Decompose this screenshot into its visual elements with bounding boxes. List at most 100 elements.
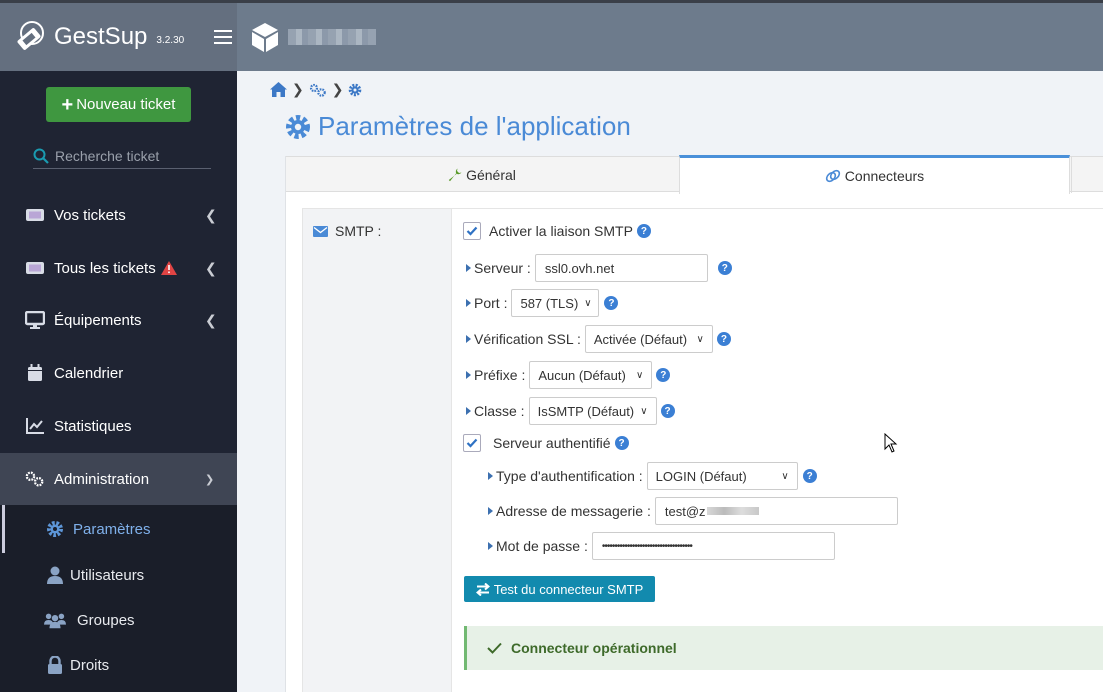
cube-icon (252, 23, 278, 52)
menu-toggle-button[interactable] (214, 30, 233, 44)
tab-more[interactable] (1071, 157, 1103, 193)
prefix-row: Préfixe : Aucun (Défaut) ∨ ? (466, 361, 671, 389)
gear-icon (44, 519, 66, 539)
caret-right-icon (466, 371, 471, 379)
help-icon[interactable]: ? (802, 469, 817, 483)
navbar-company-area (237, 3, 1103, 71)
section-label-column: SMTP : (302, 209, 452, 692)
breadcrumb: ❯ ❯ (270, 81, 362, 98)
app-brand: GestSup (54, 23, 148, 50)
sidebar-item-equipements[interactable]: Équipements ❮ (0, 294, 237, 346)
smtp-form: SMTP : Activer la liaison SMTP ? Serveur… (302, 208, 1103, 692)
ticket-icon (25, 258, 45, 278)
search-input[interactable] (55, 147, 205, 164)
submenu-item-utilisateurs[interactable]: Utilisateurs (0, 553, 237, 597)
home-icon[interactable] (270, 82, 287, 97)
caret-right-icon (466, 335, 471, 343)
gear-icon (286, 114, 310, 139)
company-name-blurred (288, 29, 376, 45)
sidebar: + Nouveau ticket Vos tickets ❮ Tous les … (0, 71, 237, 692)
chevron-left-icon: ❮ (205, 259, 217, 276)
server-input[interactable]: ssl0.ovh.net (534, 254, 708, 282)
mouse-cursor-icon (884, 433, 898, 453)
caret-right-icon (488, 472, 493, 480)
class-row: Classe : IsSMTP (Défaut) ∨ ? (466, 397, 675, 425)
email-input[interactable]: test@z (654, 497, 898, 525)
help-icon[interactable]: ? (614, 436, 629, 450)
password-input[interactable]: •••••••••••••••••••••••••••••••••••• (591, 532, 835, 560)
navbar-brand-area: GestSup 3.2.30 (0, 3, 237, 71)
gestsup-logo-icon (17, 21, 44, 50)
ssl-select[interactable]: Activée (Défaut) ∨ (584, 325, 713, 353)
chart-line-icon (25, 416, 45, 436)
breadcrumb-separator: ❯ (331, 81, 344, 97)
gear-icon[interactable] (348, 83, 362, 97)
email-row: Adresse de messagerie : test@z (488, 497, 898, 525)
user-icon (44, 565, 66, 585)
submenu-item-droits[interactable]: Droits (0, 643, 237, 687)
link-icon (825, 169, 840, 183)
help-icon[interactable]: ? (717, 261, 732, 275)
sidebar-item-statistiques[interactable]: Statistiques (0, 400, 237, 452)
tab-bar: Général Connecteurs (286, 155, 1103, 194)
ticket-icon (25, 205, 45, 225)
sidebar-item-tous-les-tickets[interactable]: Tous les tickets ❮ (0, 242, 237, 294)
exchange-icon (475, 582, 490, 596)
page-title: Paramètres de l'application (285, 111, 631, 142)
enable-smtp-checkbox[interactable] (463, 222, 481, 240)
caret-right-icon (488, 507, 493, 515)
help-icon[interactable]: ? (604, 296, 619, 310)
auth-type-select[interactable]: LOGIN (Défaut) ∨ (646, 462, 798, 490)
chevron-down-icon: ❯ (205, 473, 215, 486)
chevron-down-icon: ∨ (584, 297, 592, 309)
sidebar-item-administration[interactable]: Administration ❯ (0, 453, 237, 505)
chevron-down-icon: ∨ (640, 405, 648, 417)
auth-checkbox[interactable] (463, 434, 481, 452)
help-icon[interactable]: ? (656, 368, 671, 382)
enable-smtp-row: Activer la liaison SMTP ? (463, 222, 651, 240)
caret-right-icon (466, 264, 471, 272)
chevron-left-icon: ❮ (205, 206, 217, 223)
breadcrumb-separator: ❯ (292, 81, 304, 97)
admin-submenu: Paramètres Utilisateurs Groupes Droits (0, 505, 237, 692)
sidebar-item-calendrier[interactable]: Calendrier (0, 347, 237, 399)
chevron-down-icon: ∨ (696, 333, 704, 345)
help-icon[interactable]: ? (716, 332, 731, 346)
submenu-item-groupes[interactable]: Groupes (0, 598, 237, 642)
new-ticket-label: Nouveau ticket (76, 96, 176, 113)
status-alert: Connecteur opérationnel (464, 626, 1103, 670)
port-select[interactable]: 587 (TLS) ∨ (511, 289, 600, 317)
sidebar-item-vos-tickets[interactable]: Vos tickets ❮ (0, 189, 237, 241)
settings-panel: Général Connecteurs SMTP : Activer la li… (285, 155, 1103, 692)
plus-icon: + (61, 93, 74, 116)
port-row: Port : 587 (TLS) ∨ ? (466, 289, 619, 317)
password-row: Mot de passe : •••••••••••••••••••••••••… (488, 532, 835, 560)
help-icon[interactable]: ? (636, 224, 651, 238)
auth-type-row: Type d'authentification : LOGIN (Défaut)… (488, 462, 817, 490)
warning-icon (161, 261, 177, 275)
ssl-row: Vérification SSL : Activée (Défaut) ∨ ? (466, 325, 731, 353)
blurred-email-domain (706, 507, 759, 515)
app-version: 3.2.30 (156, 34, 185, 46)
chevron-left-icon: ❮ (205, 311, 217, 328)
tab-general[interactable]: Général (286, 157, 678, 193)
cogs-icon (25, 469, 45, 489)
submenu-item-parametres[interactable]: Paramètres (0, 507, 237, 551)
users-icon (44, 610, 66, 630)
chevron-down-icon: ∨ (781, 470, 789, 482)
prefix-select[interactable]: Aucun (Défaut) ∨ (529, 361, 653, 389)
help-icon[interactable]: ? (660, 404, 675, 418)
cogs-icon[interactable] (309, 83, 327, 97)
chevron-down-icon: ∨ (636, 369, 644, 381)
test-smtp-button[interactable]: Test du connecteur SMTP (464, 576, 655, 602)
check-icon (487, 642, 502, 654)
caret-right-icon (488, 542, 493, 550)
smtp-section-label: SMTP : (313, 223, 381, 239)
auth-row: Serveur authentifié ? (463, 434, 629, 452)
caret-right-icon (466, 407, 471, 415)
new-ticket-button[interactable]: + Nouveau ticket (46, 87, 191, 122)
search-icon (33, 148, 49, 164)
caret-right-icon (466, 299, 471, 307)
tab-connecteurs[interactable]: Connecteurs (679, 155, 1070, 194)
class-select[interactable]: IsSMTP (Défaut) ∨ (528, 397, 657, 425)
